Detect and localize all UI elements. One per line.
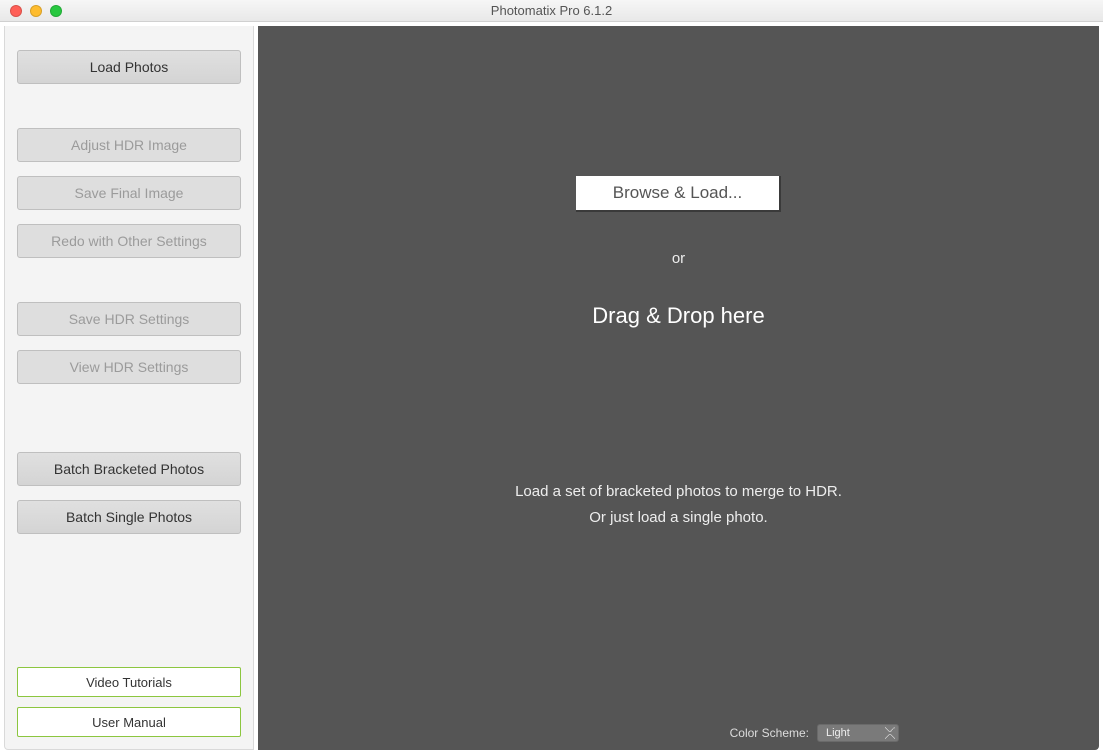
close-window-button[interactable] <box>10 5 22 17</box>
batch-single-photos-button[interactable]: Batch Single Photos <box>17 500 241 534</box>
color-scheme-label: Color Scheme: <box>730 726 809 740</box>
user-manual-button[interactable]: User Manual <box>17 707 241 737</box>
window-controls <box>0 5 62 17</box>
or-divider-label: or <box>258 250 1099 267</box>
redo-with-other-settings-button: Redo with Other Settings <box>17 224 241 258</box>
main-pane: Browse & Load... or Drag & Drop here Loa… <box>258 26 1099 750</box>
save-hdr-settings-button: Save HDR Settings <box>17 302 241 336</box>
view-hdr-settings-button: View HDR Settings <box>17 350 241 384</box>
minimize-window-button[interactable] <box>30 5 42 17</box>
browse-and-load-button[interactable]: Browse & Load... <box>576 176 781 212</box>
save-final-image-button: Save Final Image <box>17 176 241 210</box>
batch-bracketed-photos-button[interactable]: Batch Bracketed Photos <box>17 452 241 486</box>
color-scheme-select-wrap: Light <box>817 724 899 742</box>
zoom-window-button[interactable] <box>50 5 62 17</box>
load-hint-line2: Or just load a single photo. <box>258 505 1099 531</box>
sidebar: Load Photos Adjust HDR Image Save Final … <box>4 26 254 750</box>
adjust-hdr-image-button: Adjust HDR Image <box>17 128 241 162</box>
video-tutorials-button[interactable]: Video Tutorials <box>17 667 241 697</box>
load-photos-button[interactable]: Load Photos <box>17 50 241 84</box>
load-hint-line1: Load a set of bracketed photos to merge … <box>258 479 1099 505</box>
footer: Color Scheme: Light <box>258 724 1079 742</box>
window-title: Photomatix Pro 6.1.2 <box>0 3 1103 18</box>
load-hint: Load a set of bracketed photos to merge … <box>258 479 1099 530</box>
color-scheme-select[interactable]: Light <box>817 724 899 742</box>
titlebar: Photomatix Pro 6.1.2 <box>0 0 1103 22</box>
drag-and-drop-label: Drag & Drop here <box>258 303 1099 329</box>
